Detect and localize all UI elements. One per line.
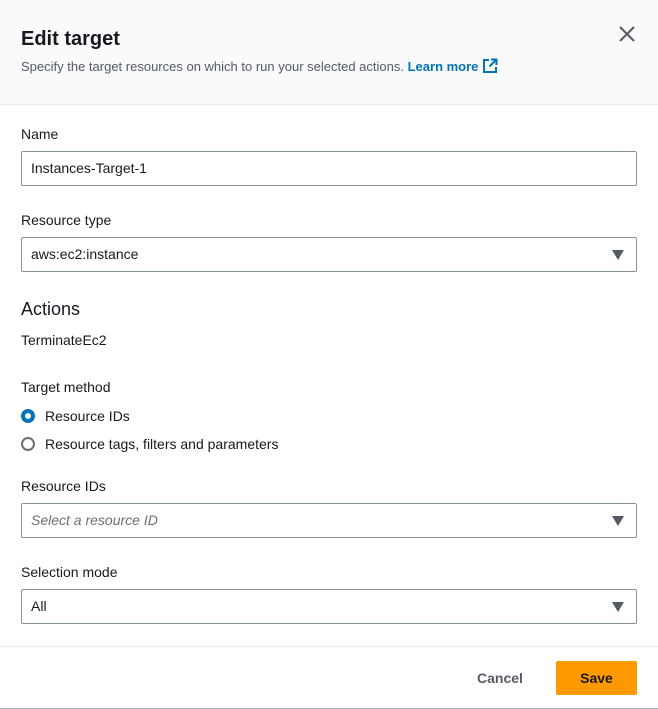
- caret-down-icon: [612, 516, 624, 526]
- actions-value: TerminateEc2: [21, 332, 107, 348]
- close-icon[interactable]: [615, 22, 639, 46]
- learn-more-label: Learn more: [407, 59, 479, 74]
- resource-type-label: Resource type: [21, 212, 112, 228]
- resource-ids-label: Resource IDs: [21, 478, 106, 494]
- radio-resource-tags[interactable]: Resource tags, filters and parameters: [21, 435, 278, 453]
- radio-resource-ids[interactable]: Resource IDs: [21, 407, 130, 425]
- name-label: Name: [21, 126, 59, 142]
- radio-button[interactable]: [21, 437, 35, 451]
- resource-type-select[interactable]: aws:ec2:instance: [21, 237, 637, 272]
- resource-type-value: aws:ec2:instance: [31, 246, 139, 262]
- radio-button-selected[interactable]: [21, 409, 35, 423]
- dialog-header: Edit target Specify the target resources…: [0, 0, 658, 105]
- dialog-title: Edit target: [21, 28, 120, 50]
- dialog-subtitle-text: Specify the target resources on which to…: [21, 59, 404, 74]
- save-button[interactable]: Save: [556, 661, 637, 695]
- edit-target-dialog: Edit target Specify the target resources…: [0, 0, 658, 709]
- dialog-footer: Cancel Save: [0, 646, 658, 709]
- selection-mode-label: Selection mode: [21, 564, 118, 580]
- selection-mode-select[interactable]: All: [21, 589, 637, 624]
- cancel-button[interactable]: Cancel: [463, 661, 537, 695]
- target-method-label: Target method: [21, 379, 111, 395]
- caret-down-icon: [612, 602, 624, 612]
- resource-ids-select[interactable]: Select a resource ID: [21, 503, 637, 538]
- learn-more-link[interactable]: Learn more: [407, 58, 499, 74]
- external-link-icon: [483, 58, 498, 73]
- selection-mode-value: All: [31, 598, 47, 614]
- dialog-subtitle: Specify the target resources on which to…: [21, 58, 498, 74]
- radio-label: Resource tags, filters and parameters: [45, 436, 279, 452]
- name-input-value: Instances-Target-1: [31, 160, 147, 176]
- actions-heading: Actions: [21, 299, 81, 319]
- caret-down-icon: [612, 250, 624, 260]
- resource-ids-placeholder: Select a resource ID: [31, 512, 158, 528]
- radio-label: Resource IDs: [45, 408, 130, 424]
- name-input[interactable]: Instances-Target-1: [21, 151, 637, 186]
